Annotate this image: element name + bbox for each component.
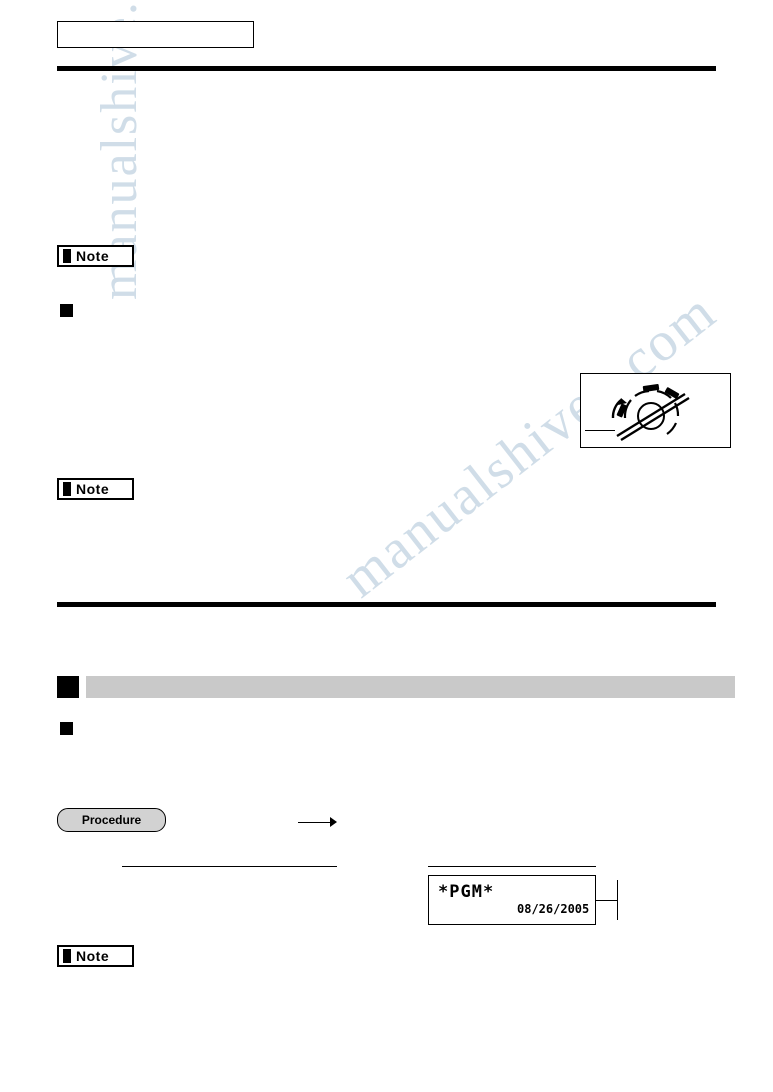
right-arrow-icon	[330, 817, 337, 827]
note-badge-3: Note	[57, 945, 134, 967]
note-label: Note	[76, 481, 110, 497]
watermark-overlay: manualshive.com manualshive . com	[0, 0, 773, 1092]
bullet-square-icon-2	[60, 722, 73, 735]
mode-dial-icon	[611, 384, 690, 442]
section-heading-band	[86, 676, 735, 698]
section-marker-icon	[57, 676, 79, 698]
display-mode-text: *PGM*	[438, 882, 495, 902]
note-label: Note	[76, 248, 110, 264]
top-divider-rule	[57, 66, 716, 71]
underline-right	[428, 866, 596, 867]
arrow-shaft	[298, 822, 334, 823]
middle-divider-rule	[57, 602, 716, 607]
display-leader-vertical	[617, 880, 618, 920]
underline-left	[122, 866, 337, 867]
note-square-icon	[63, 249, 71, 263]
note-square-icon	[63, 482, 71, 496]
page-header-box	[57, 21, 254, 48]
note-badge-1: Note	[57, 245, 134, 267]
mode-dial-figure	[580, 373, 731, 448]
note-square-icon	[63, 949, 71, 963]
note-badge-2: Note	[57, 478, 134, 500]
register-display-figure: *PGM* 08/26/2005	[428, 875, 596, 925]
note-label: Note	[76, 948, 110, 964]
display-leader-line	[596, 900, 618, 901]
display-date-text: 08/26/2005	[517, 902, 590, 916]
document-page: Note Note Procedure *PGM* 08/26/2005 Not…	[0, 0, 773, 1092]
procedure-label: Procedure	[81, 813, 142, 827]
procedure-label-pill: Procedure	[57, 808, 166, 832]
dial-leader-line	[585, 430, 615, 431]
bullet-square-icon-1	[60, 304, 73, 317]
